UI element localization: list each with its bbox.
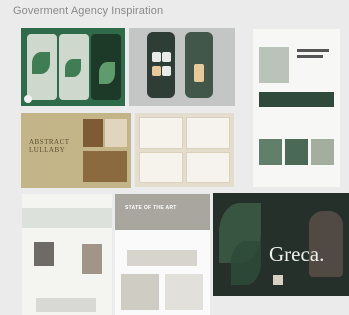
button-thumb [273, 275, 283, 285]
photo [82, 244, 102, 274]
card-green-mobile-app[interactable] [21, 28, 125, 106]
product-row [127, 250, 197, 266]
tile [194, 64, 204, 82]
tile [152, 52, 161, 62]
leaf-shape [65, 59, 81, 77]
photo [165, 274, 203, 310]
text-line [297, 55, 323, 58]
thumb-image [311, 139, 334, 165]
page-thumb [139, 152, 183, 183]
page-thumb [186, 152, 230, 183]
phone-screen [147, 32, 175, 98]
phone-screen [185, 32, 213, 98]
abstract-text: ABSTRACT LULLABY [29, 138, 70, 154]
logo-icon [24, 95, 32, 103]
thumb-image [259, 139, 282, 165]
photo [121, 274, 159, 310]
text-line [297, 49, 329, 52]
photo-row [36, 298, 96, 312]
hero-image [259, 47, 289, 83]
phone-screen [59, 34, 89, 100]
phone-screen [91, 34, 121, 100]
tile [162, 52, 171, 62]
greca-headline: Greca. [269, 242, 325, 266]
leaf-shape [231, 241, 261, 285]
dark-band [259, 92, 334, 107]
photo [105, 119, 127, 147]
card-abstract-lullaby[interactable]: ABSTRACT LULLABY [21, 113, 131, 188]
card-greca[interactable]: Greca. [213, 193, 349, 296]
abstract-line-1: ABSTRACT [29, 138, 70, 146]
leaf-shape [32, 52, 50, 74]
card-dashboard-app[interactable] [129, 28, 235, 106]
card-beige-layouts[interactable] [135, 113, 234, 187]
hero-headline: STATE OF THE ART [125, 205, 177, 211]
tile [152, 66, 161, 76]
phone-screen [27, 34, 57, 100]
photo [83, 119, 103, 147]
photo [83, 151, 127, 182]
hero-band [22, 208, 112, 228]
page-thumb [186, 117, 230, 149]
board-title: Goverment Agency Inspiration [13, 5, 164, 17]
photo [34, 242, 54, 266]
card-state-of-the-art[interactable]: STATE OF THE ART [115, 194, 210, 315]
thumb-image [285, 139, 308, 165]
abstract-line-2: LULLABY [29, 146, 66, 154]
inspiration-board: Goverment Agency Inspiration ABSTRACT LU… [0, 0, 349, 315]
hero-image [115, 194, 210, 230]
tile [162, 66, 171, 76]
page-thumb [139, 117, 183, 149]
card-website-white[interactable] [253, 29, 340, 187]
card-fashion-site[interactable] [22, 194, 112, 315]
leaf-shape [99, 62, 115, 84]
